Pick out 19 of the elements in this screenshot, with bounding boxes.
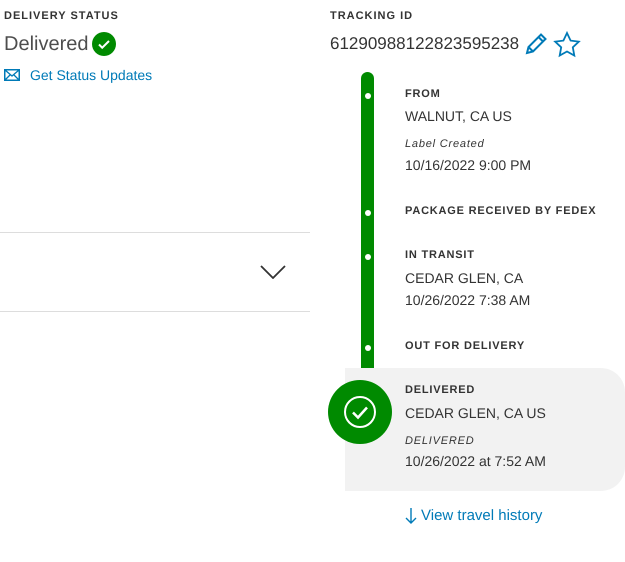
step-note: DELIVERED: [405, 434, 476, 448]
travel-history-link[interactable]: View travel history: [405, 505, 542, 528]
tracking-number: 61290988122823595238: [330, 33, 520, 56]
step-location: CEDAR GLEN, CA US: [405, 404, 546, 422]
section-label: TRACKING ID: [330, 9, 414, 24]
step-title: FROM: [405, 86, 442, 102]
step-title: OUT FOR DELIVERY: [405, 338, 525, 354]
step-note: Label Created: [405, 137, 486, 152]
delivery-status: Delivered: [4, 32, 88, 56]
step-title: PACKAGE RECEIVED BY FEDEX: [405, 204, 596, 218]
status-updates-link[interactable]: Get Status Updates: [30, 64, 152, 86]
step-date: 10/26/2022 at 7:52 AM: [405, 452, 546, 471]
step-location: CEDAR GLEN, CA: [405, 268, 524, 288]
section-label: DELIVERY STATUS: [3, 9, 120, 24]
step-date: 10/26/2022 7:38 AM: [405, 290, 530, 310]
step-location: WALNUT, CA US: [405, 107, 513, 126]
step-title: IN TRANSIT: [405, 248, 476, 263]
step-title: DELIVERED: [405, 383, 476, 398]
step-date: 10/16/2022 9:00 PM: [405, 156, 532, 174]
